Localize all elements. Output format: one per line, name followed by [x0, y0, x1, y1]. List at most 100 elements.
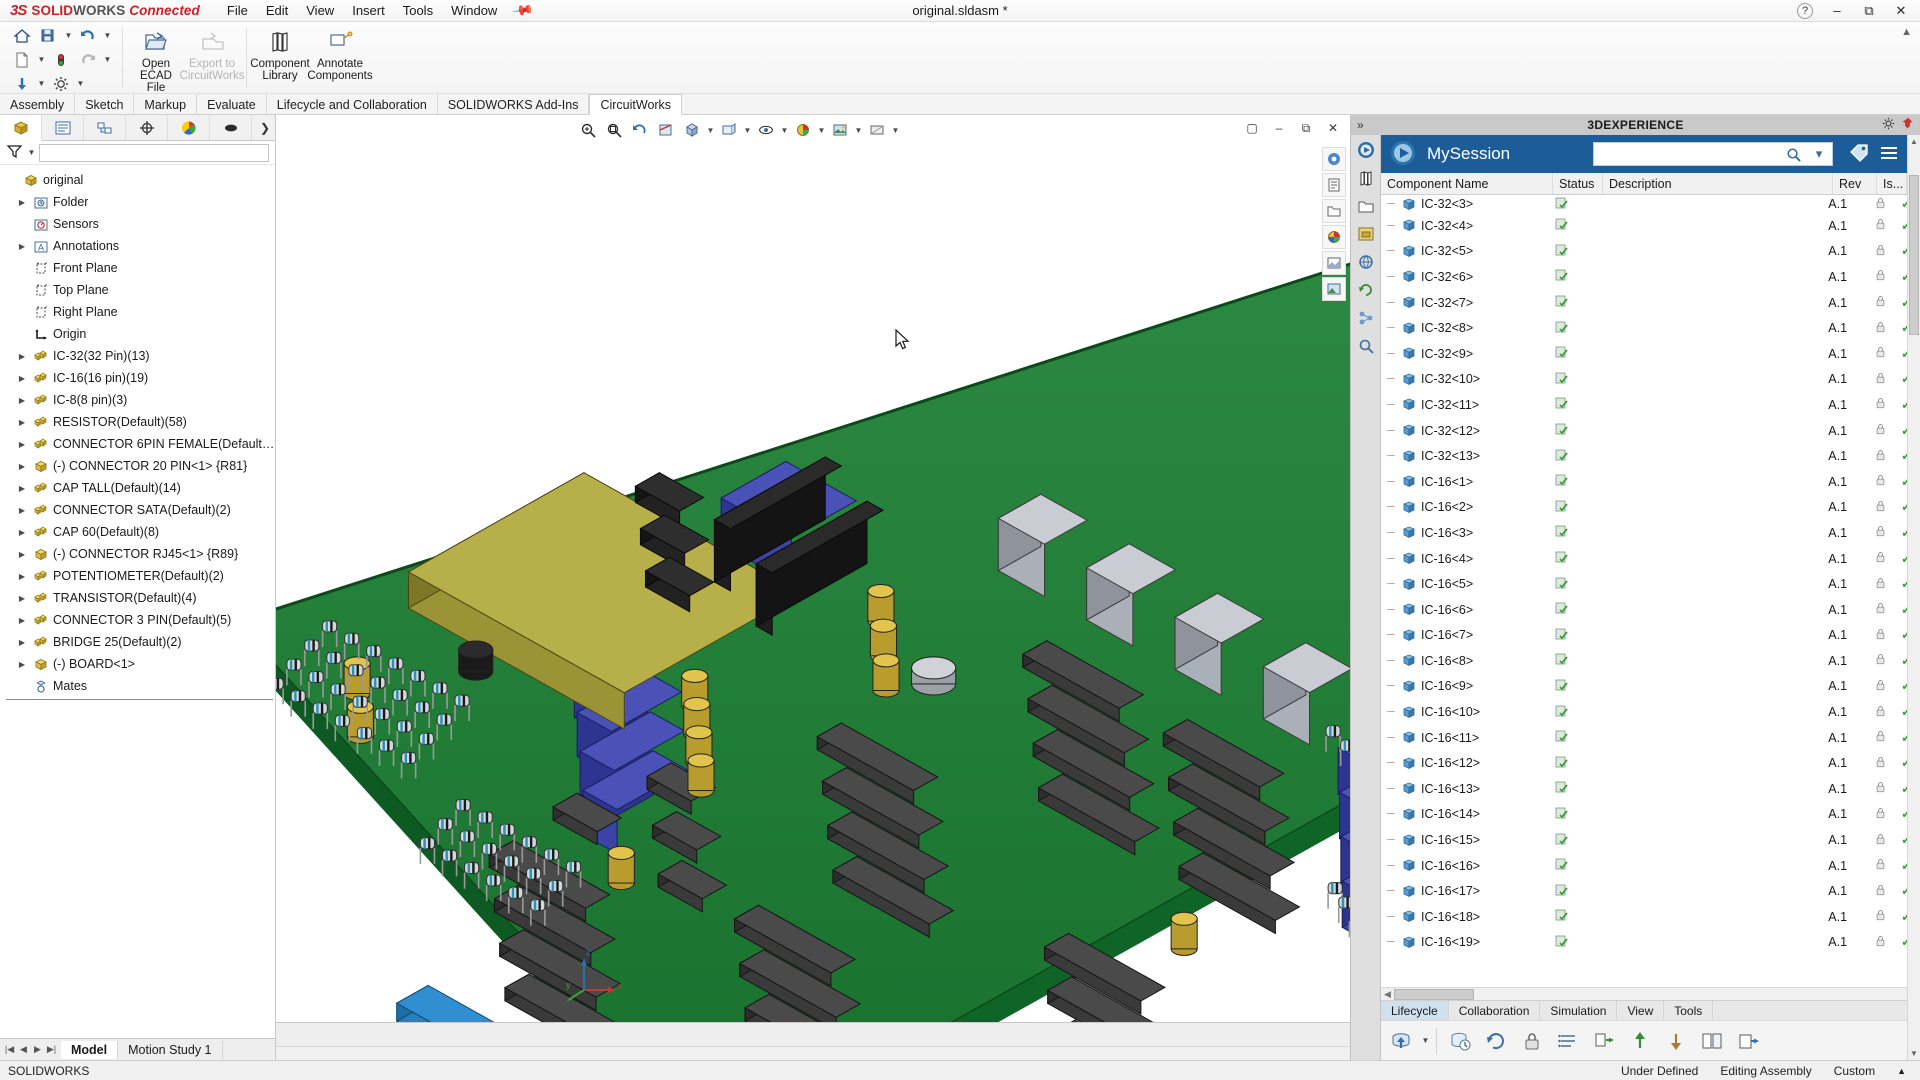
cell-is[interactable]: ✓ [1895, 674, 1907, 700]
command-tab-bar[interactable]: Assembly Sketch Markup Evaluate Lifecycl… [0, 94, 1920, 115]
pcb-capacitor[interactable] [607, 845, 635, 891]
menu-bar[interactable]: File Edit View Insert Tools Window 📌 [218, 0, 535, 22]
options-dropdown-icon[interactable]: ▼ [37, 79, 46, 88]
tree-item[interactable]: ▶ CONNECTOR 3 PIN(Default)(5) [4, 609, 275, 631]
cell-description[interactable] [1598, 853, 1822, 879]
decals-icon[interactable] [1322, 251, 1346, 275]
nav-last-icon[interactable]: ▶| [45, 1044, 58, 1055]
cell-rev[interactable]: A.1 [1822, 418, 1865, 444]
cell-lock[interactable] [1865, 878, 1895, 904]
display-pane-icon[interactable] [1322, 173, 1346, 197]
cell-description[interactable] [1598, 264, 1822, 290]
cell-is[interactable]: ✓ [1895, 571, 1907, 597]
cell-lock[interactable] [1865, 443, 1895, 469]
cell-rev[interactable]: A.1 [1822, 495, 1865, 521]
cell-is[interactable]: ✓ [1895, 750, 1907, 776]
mysession-search[interactable]: ▾ [1593, 142, 1833, 166]
open-ecad-file-button[interactable]: Open ECAD File [128, 25, 184, 97]
cell-description[interactable] [1598, 802, 1822, 828]
cell-component-name[interactable]: ─ IC-16<9> [1381, 674, 1549, 700]
cell-description[interactable] [1598, 699, 1822, 725]
cell-is[interactable]: ✓ [1895, 699, 1907, 725]
cell-lock[interactable] [1865, 315, 1895, 341]
filter-dropdown-icon[interactable]: ▼ [27, 148, 36, 157]
scenes-icon[interactable] [1322, 277, 1346, 301]
column-status[interactable]: Status [1553, 173, 1603, 194]
menu-file[interactable]: File [218, 1, 257, 20]
tab-assembly[interactable]: Assembly [0, 94, 76, 114]
expand-arrow-icon[interactable]: ▶ [16, 572, 28, 581]
cell-component-name[interactable]: ─ IC-16<13> [1381, 776, 1549, 802]
tree-item[interactable]: ▶ CONNECTOR 6PIN FEMALE(Default)(4) [4, 433, 275, 455]
cell-component-name[interactable]: ─ IC-32<7> [1381, 290, 1549, 316]
lock-icon[interactable] [1515, 1024, 1549, 1058]
table-row[interactable]: ─ IC-16<16> A.1 ✓ [1381, 853, 1907, 879]
cell-is[interactable]: ✓ [1895, 443, 1907, 469]
table-row[interactable]: ─ IC-16<14> A.1 ✓ [1381, 802, 1907, 828]
cell-lock[interactable] [1865, 264, 1895, 290]
gear-icon[interactable] [1882, 117, 1895, 133]
cell-component-name[interactable]: ─ IC-16<14> [1381, 802, 1549, 828]
cell-is[interactable]: ✓ [1895, 597, 1907, 623]
tree-item[interactable]: ▶ (-) BOARD<1> [4, 653, 275, 675]
cell-component-name[interactable]: ─ IC-16<17> [1381, 878, 1549, 904]
cell-component-name[interactable]: ─ IC-32<13> [1381, 443, 1549, 469]
cell-description[interactable] [1598, 648, 1822, 674]
cell-status[interactable] [1549, 648, 1598, 674]
pcb-capacitor[interactable] [1170, 911, 1198, 956]
cell-description[interactable] [1598, 546, 1822, 572]
cell-component-name[interactable]: ─ IC-32<10> [1381, 367, 1549, 393]
cell-lock[interactable] [1865, 213, 1895, 239]
cell-status[interactable] [1549, 520, 1598, 546]
cell-lock[interactable] [1865, 674, 1895, 700]
table-row[interactable]: ─ IC-32<7> A.1 ✓ [1381, 290, 1907, 316]
cell-description[interactable] [1598, 520, 1822, 546]
annotate-components-button[interactable]: Annotate Components [307, 25, 373, 85]
cell-status[interactable] [1549, 367, 1598, 393]
tab-tools[interactable]: Tools [1664, 1001, 1714, 1020]
maturity-down-icon[interactable] [1659, 1024, 1693, 1058]
export-to-circuitworks-button[interactable]: Export to CircuitWorks [180, 25, 244, 85]
cell-status[interactable] [1549, 878, 1598, 904]
view-orientation-dropdown-icon[interactable]: ▼ [706, 126, 715, 135]
configuration-manager-icon[interactable] [84, 115, 126, 140]
minimize-doc-icon[interactable]: – [1266, 117, 1292, 139]
cell-rev[interactable]: A.1 [1822, 290, 1865, 316]
cell-status[interactable] [1549, 495, 1598, 521]
scroll-down-icon[interactable]: ▼ [1910, 1049, 1918, 1058]
cell-rev[interactable]: A.1 [1822, 827, 1865, 853]
cell-rev[interactable]: A.1 [1822, 195, 1865, 213]
expand-arrow-icon[interactable]: ▶ [16, 484, 28, 493]
expand-arrow-icon[interactable]: ▶ [16, 506, 28, 515]
pcb-capacitor[interactable] [458, 640, 494, 681]
lifecycle-toolbar[interactable]: ▼ [1381, 1020, 1907, 1060]
export-icon[interactable] [1731, 1024, 1765, 1058]
model-tab-nav[interactable]: |◀ ◀ ▶ ▶| [0, 1044, 61, 1055]
cell-is[interactable]: ✓ [1895, 239, 1907, 265]
table-row[interactable]: ─ IC-16<18> A.1 ✓ [1381, 904, 1907, 930]
cell-is[interactable]: ✓ [1895, 802, 1907, 828]
display-style-dropdown-icon[interactable]: ▼ [743, 126, 752, 135]
cell-status[interactable] [1549, 418, 1598, 444]
lifecycle-change-icon[interactable] [1587, 1024, 1621, 1058]
dimxpert-icon[interactable] [126, 115, 168, 140]
cell-description[interactable] [1598, 904, 1822, 930]
cell-rev[interactable]: A.1 [1822, 648, 1865, 674]
cell-status[interactable] [1549, 802, 1598, 828]
table-row[interactable]: ─ IC-16<9> A.1 ✓ [1381, 674, 1907, 700]
maturity-up-icon[interactable] [1623, 1024, 1657, 1058]
component-table-header[interactable]: Component Name Status Description Rev Is… [1381, 173, 1907, 195]
table-row[interactable]: ─ IC-16<8> A.1 ✓ [1381, 648, 1907, 674]
table-row[interactable]: ─ IC-32<3> A.1 ✓ [1381, 195, 1907, 213]
cell-lock[interactable] [1865, 418, 1895, 444]
menu-window[interactable]: Window [442, 1, 506, 20]
column-description[interactable]: Description [1603, 173, 1833, 194]
cell-status[interactable] [1549, 239, 1598, 265]
hscroll-thumb[interactable] [1393, 988, 1474, 1000]
expand-arrow-icon[interactable]: ▶ [16, 418, 28, 427]
cell-description[interactable] [1598, 495, 1822, 521]
table-row[interactable]: ─ IC-16<12> A.1 ✓ [1381, 750, 1907, 776]
cell-lock[interactable] [1865, 239, 1895, 265]
cell-is[interactable]: ✓ [1895, 195, 1907, 213]
search-input[interactable] [1594, 143, 1780, 165]
